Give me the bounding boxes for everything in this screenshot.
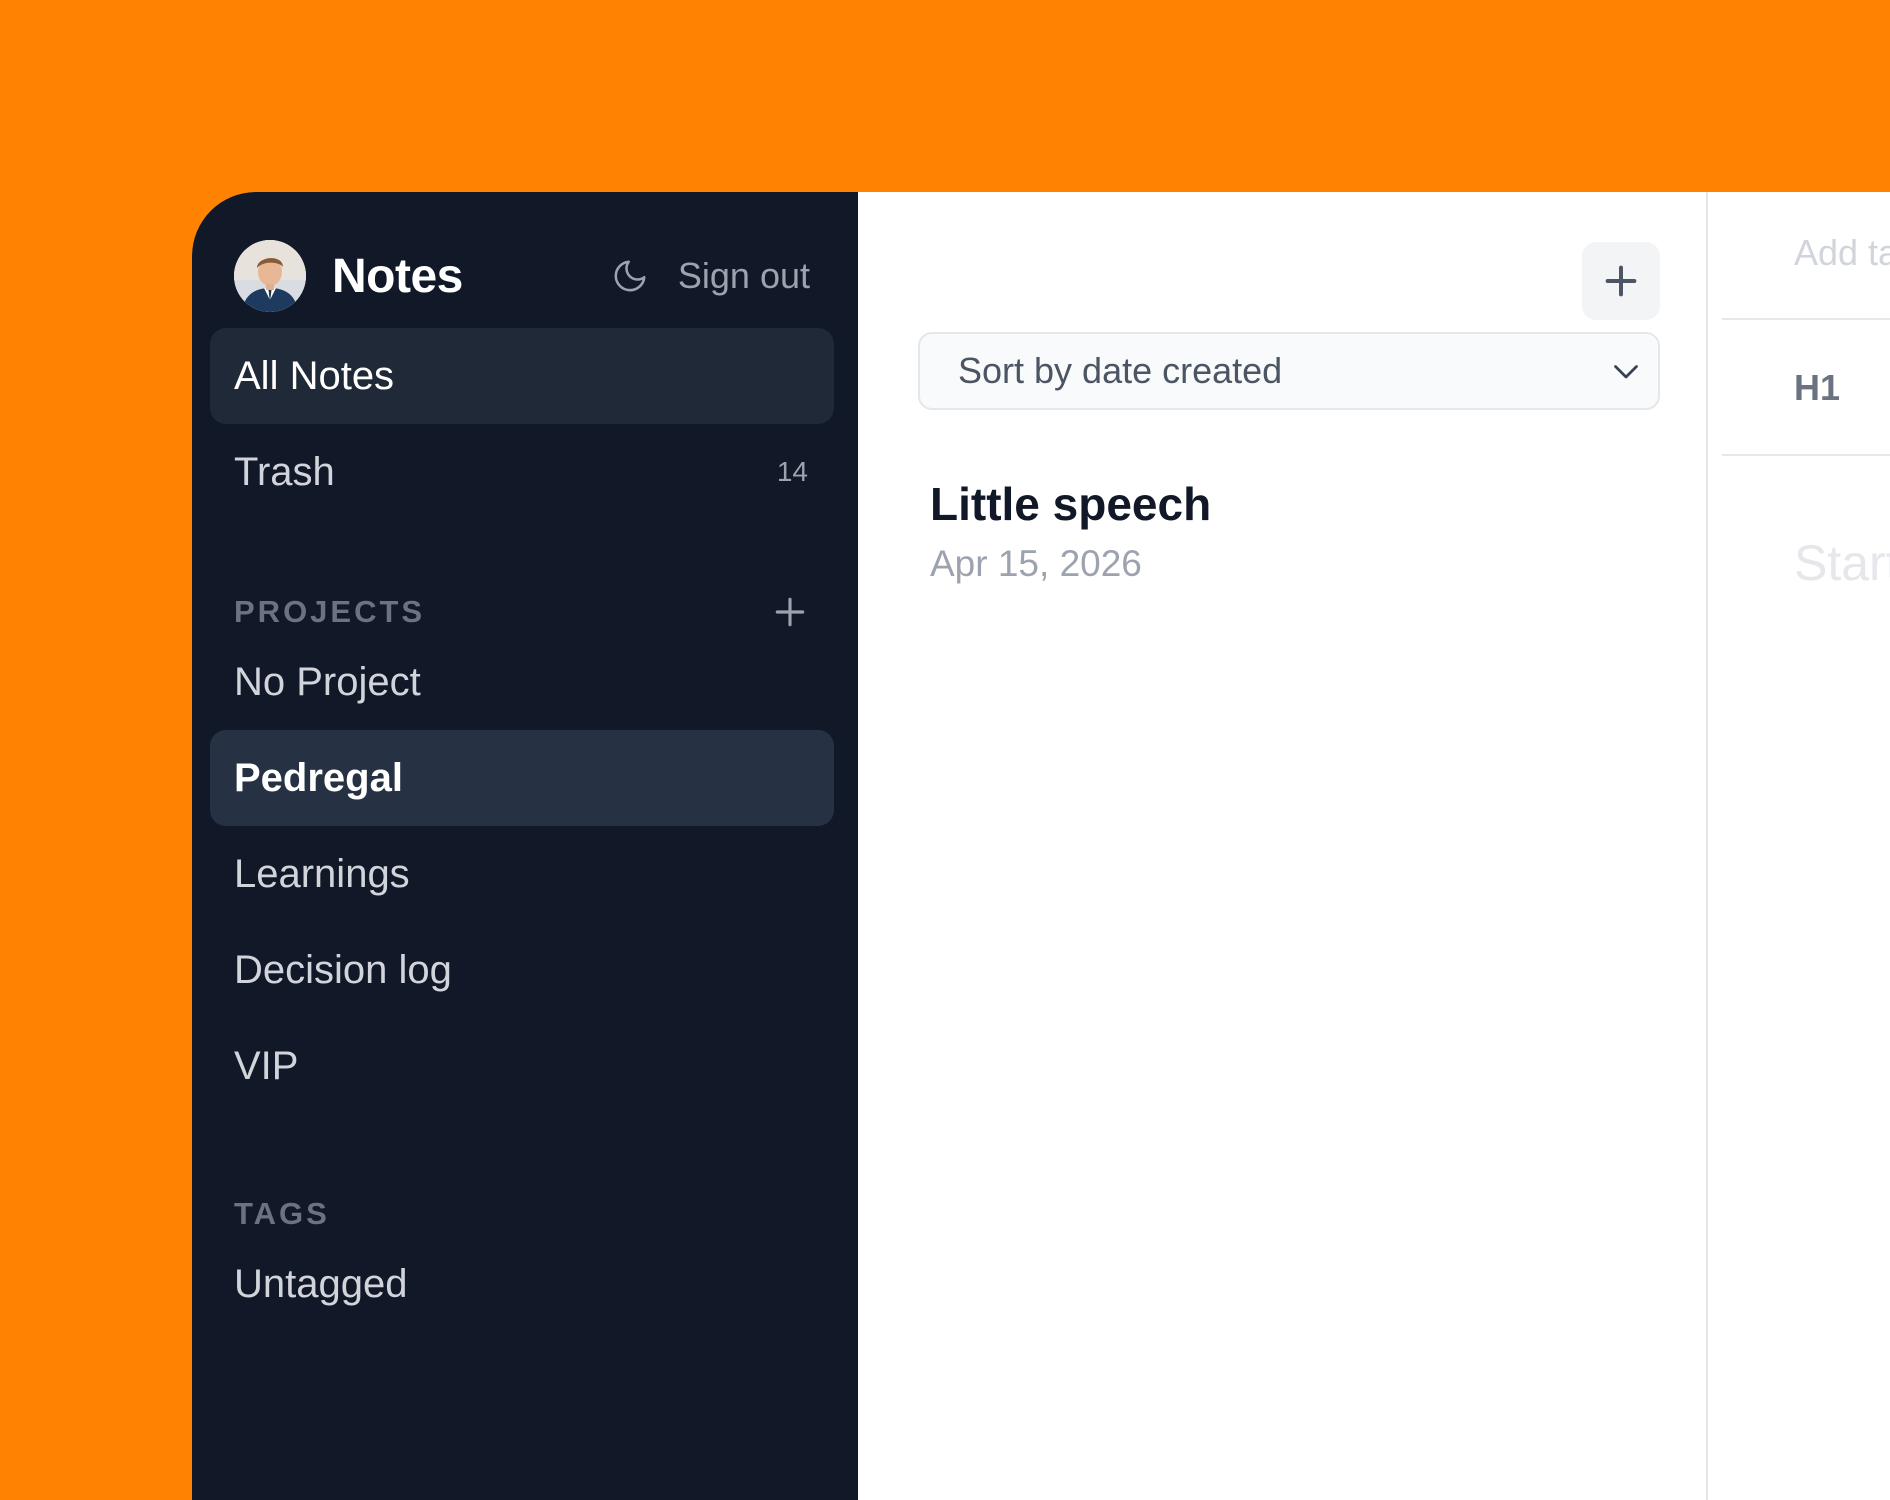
editor-body[interactable]: Start bbox=[1794, 534, 1890, 592]
project-label: Learnings bbox=[234, 851, 410, 896]
moon-icon[interactable] bbox=[610, 256, 650, 296]
project-label: No Project bbox=[234, 659, 421, 704]
project-label: Decision log bbox=[234, 947, 452, 992]
divider bbox=[1722, 454, 1890, 456]
projects-heading: PROJECTS bbox=[234, 588, 810, 636]
divider bbox=[1722, 318, 1890, 320]
project-decision-log[interactable]: Decision log bbox=[210, 922, 834, 1018]
tags-heading: TAGS bbox=[234, 1190, 810, 1238]
note-list-item[interactable]: Little speech Apr 15, 2026 bbox=[918, 468, 1660, 598]
editor-panel: Add ta H1 Start bbox=[1708, 192, 1890, 1500]
sidebar-header: Notes Sign out bbox=[234, 240, 810, 312]
sign-out-button[interactable]: Sign out bbox=[678, 255, 810, 297]
projects-heading-label: PROJECTS bbox=[234, 594, 426, 629]
sidebar: Notes Sign out All Notes Trash 14 PROJEC… bbox=[192, 192, 858, 1500]
nav-all-notes[interactable]: All Notes bbox=[210, 328, 834, 424]
note-list-panel: Sort by date created Little speech Apr 1… bbox=[858, 192, 1708, 1500]
tag-untagged[interactable]: Untagged bbox=[210, 1236, 834, 1332]
new-note-button[interactable] bbox=[1582, 242, 1660, 320]
project-no-project[interactable]: No Project bbox=[210, 634, 834, 730]
tags-heading-label: TAGS bbox=[234, 1196, 330, 1231]
plus-icon bbox=[1605, 265, 1637, 297]
add-project-plus-icon[interactable] bbox=[770, 592, 810, 632]
sort-select[interactable]: Sort by date created bbox=[918, 332, 1660, 410]
sort-select-value: Sort by date created bbox=[958, 350, 1283, 391]
note-title: Little speech bbox=[930, 478, 1212, 530]
nav-item-label: All Notes bbox=[234, 353, 395, 398]
nav-item-label: Trash bbox=[234, 449, 335, 494]
heading-1-button[interactable]: H1 bbox=[1794, 367, 1840, 409]
project-vip[interactable]: VIP bbox=[210, 1018, 834, 1114]
project-learnings[interactable]: Learnings bbox=[210, 826, 834, 922]
chevron-down-icon bbox=[1614, 365, 1638, 379]
nav-trash[interactable]: Trash 14 bbox=[210, 424, 834, 520]
project-label: Pedregal bbox=[234, 755, 403, 800]
tag-label: Untagged bbox=[234, 1261, 408, 1306]
app-title: Notes bbox=[332, 249, 463, 303]
app-window: Notes Sign out All Notes Trash 14 PROJEC… bbox=[192, 192, 1890, 1500]
project-pedregal[interactable]: Pedregal bbox=[210, 730, 834, 826]
avatar[interactable] bbox=[234, 240, 306, 312]
trash-count-badge: 14 bbox=[776, 456, 808, 487]
add-tags-input[interactable]: Add ta bbox=[1794, 232, 1890, 274]
project-label: VIP bbox=[234, 1043, 299, 1088]
note-date: Apr 15, 2026 bbox=[930, 543, 1142, 584]
